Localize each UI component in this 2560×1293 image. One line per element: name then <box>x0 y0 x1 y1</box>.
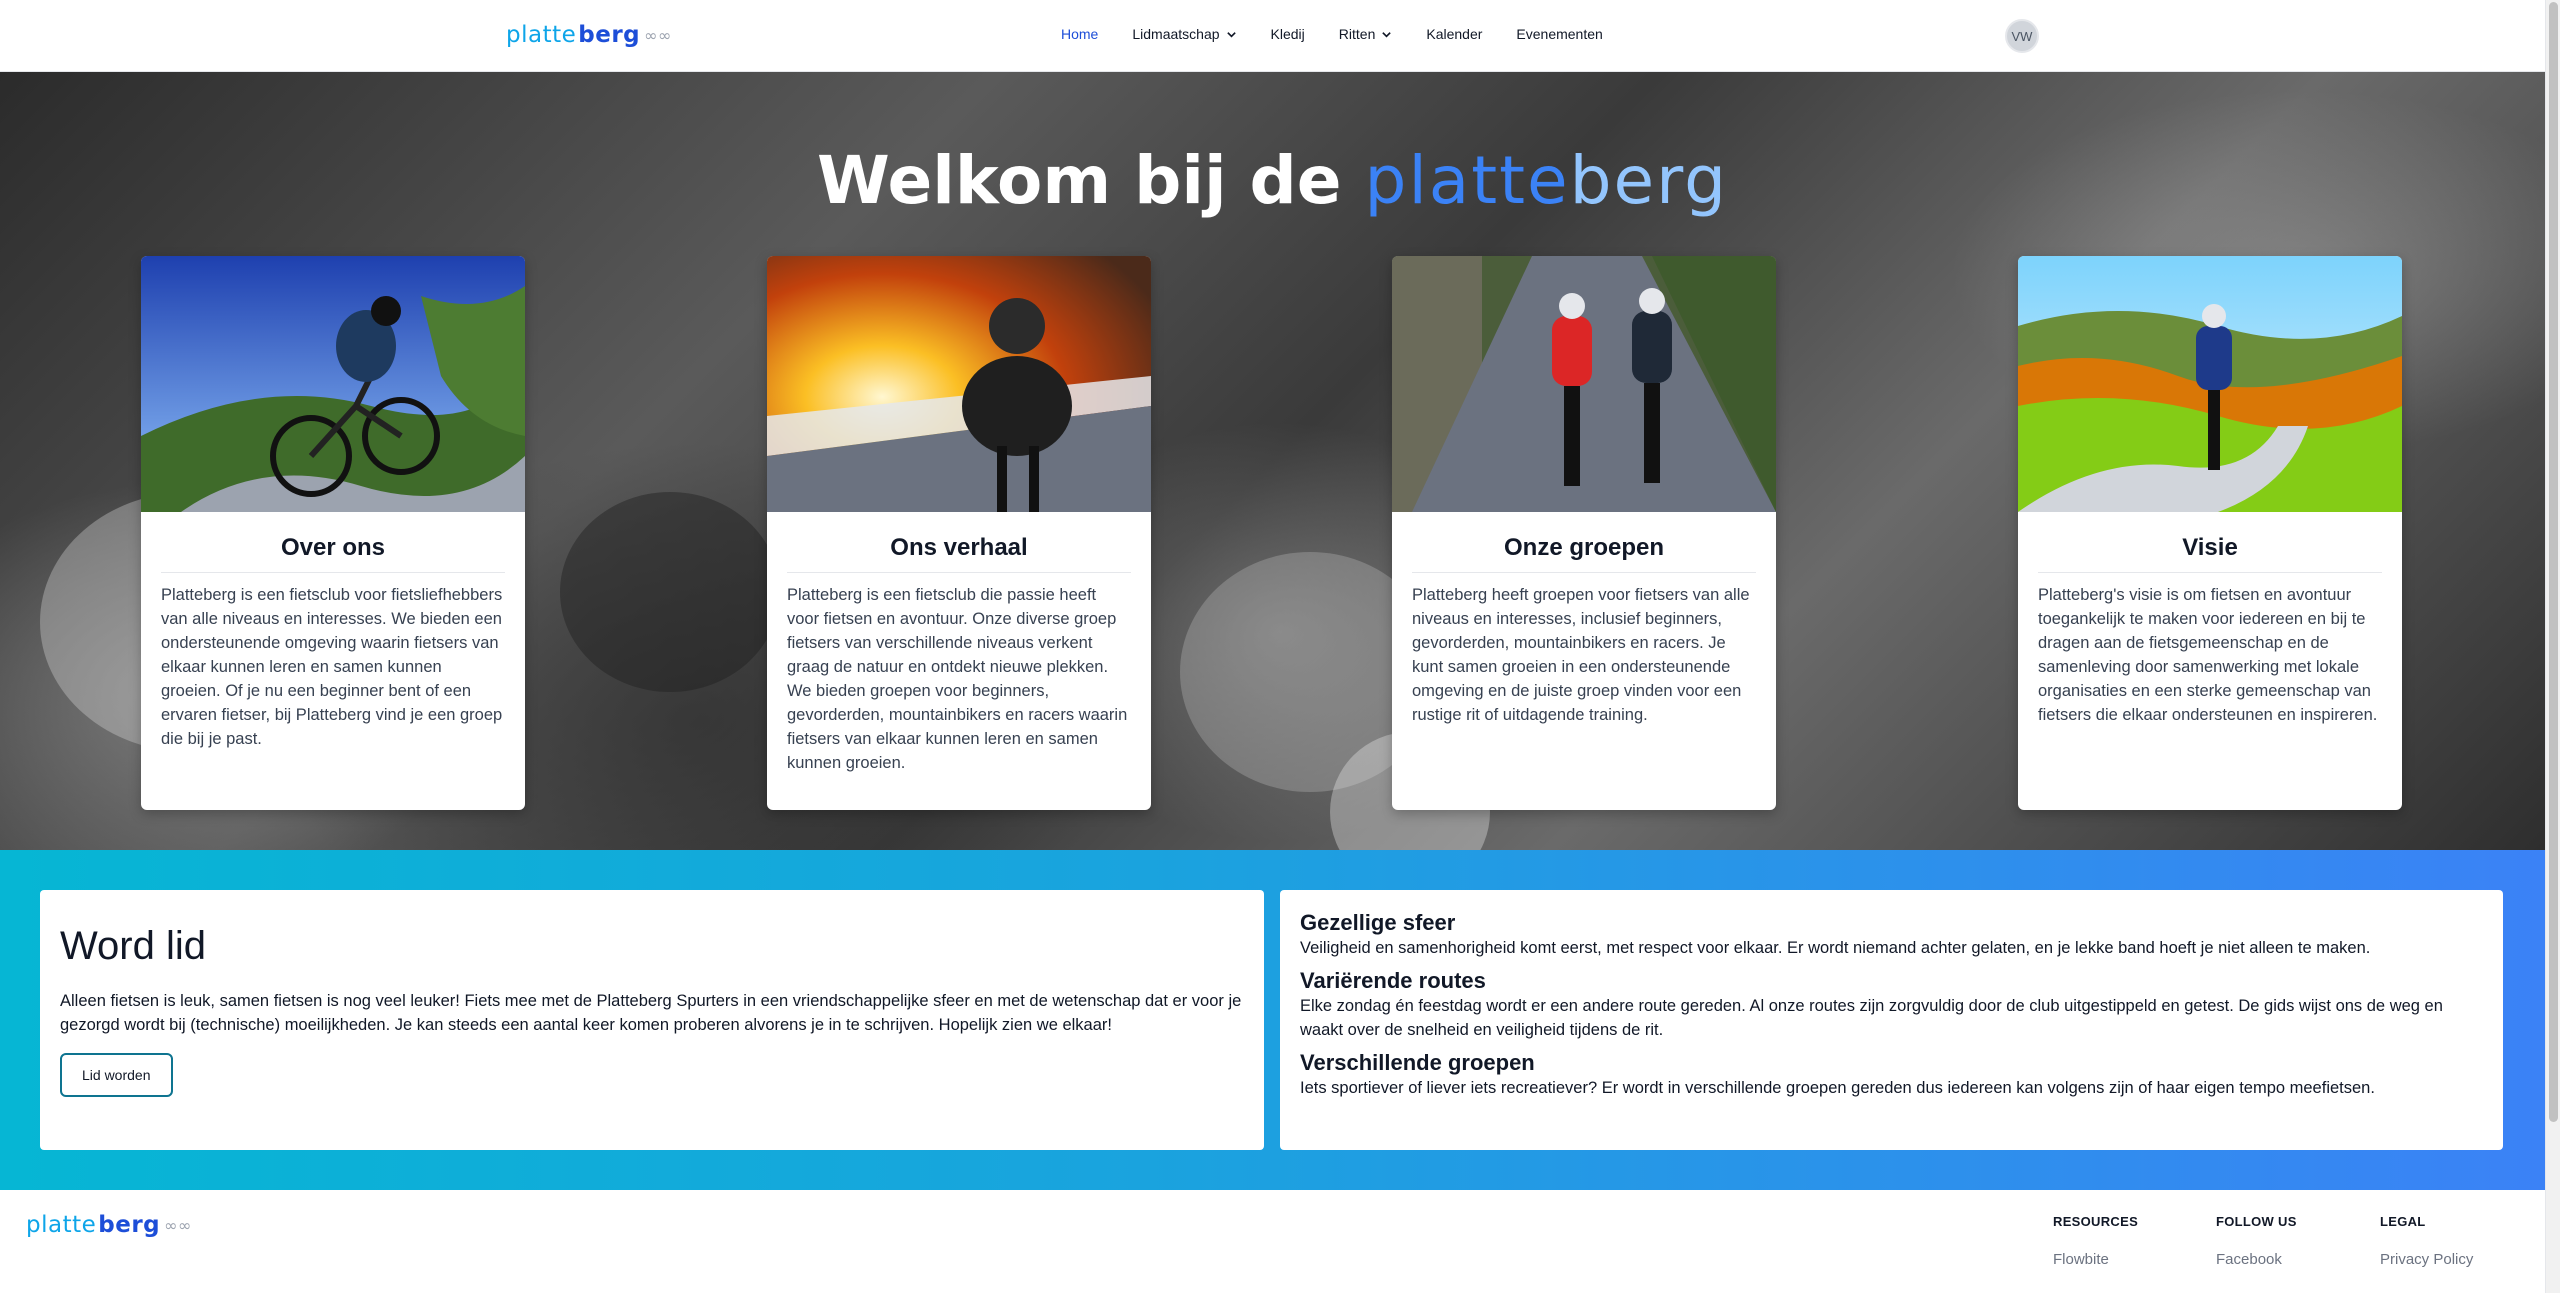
card-text: Platteberg's visie is om fietsen en avon… <box>2038 586 2378 724</box>
footer-heading: LEGAL <box>2380 1214 2426 1229</box>
card-over-ons: Over ons Platteberg is een fietsclub voo… <box>141 256 525 810</box>
card-visie: Visie Platteberg's visie is om fietsen e… <box>2018 256 2402 810</box>
card-title: Over ons <box>161 534 505 573</box>
card-title: Visie <box>2038 534 2382 573</box>
site-logo[interactable]: platte berg ∞∞ <box>506 22 672 48</box>
mountainbike-photo <box>141 256 525 512</box>
footer-heading: FOLLOW US <box>2216 1214 2297 1229</box>
join-section: Word lid Alleen fietsen is leuk, samen f… <box>0 850 2545 1190</box>
feature-title: Gezellige sfeer <box>1300 910 1456 935</box>
features-panel: Gezellige sfeer Veiligheid en samenhorig… <box>1280 890 2503 1150</box>
hero-section: Welkom bij de platteberg Over ons Platte… <box>0 72 2545 850</box>
feature-text: Veiligheid en samenhorigheid komt eerst,… <box>1300 939 2371 957</box>
nav-lidmaatschap[interactable]: Lidmaatschap <box>1132 26 1236 42</box>
footer-col-follow: FOLLOW US Facebook <box>2216 1214 2297 1268</box>
feature-text: Iets sportiever of liever iets recreatie… <box>1300 1079 2375 1097</box>
card-image-autumn-cyclist <box>2018 256 2402 512</box>
chevron-down-icon <box>1382 31 1392 38</box>
nav-kledij-label: Kledij <box>1270 26 1305 42</box>
footer-logo[interactable]: platte berg ∞∞ <box>26 1212 192 1238</box>
hero-title: Welkom bij de platteberg <box>0 142 2545 219</box>
footer-heading: RESOURCES <box>2053 1214 2139 1229</box>
hero-title-brand: platteberg <box>1365 142 1728 219</box>
footer: platte berg ∞∞ RESOURCES Flowbite FOLLOW U… <box>0 1190 2545 1293</box>
logo-text-part1: platte <box>506 22 577 48</box>
hero-bg-shape <box>560 492 780 692</box>
nav-evenementen-label: Evenementen <box>1516 26 1603 42</box>
logo-text-part1: platte <box>26 1212 97 1238</box>
sunset-cyclist-photo <box>767 256 1151 512</box>
footer-col-legal: LEGAL Privacy Policy <box>2380 1214 2473 1268</box>
autumn-cyclist-photo <box>2018 256 2402 512</box>
card-text: Platteberg is een fietsclub voor fietsli… <box>161 586 503 748</box>
footer-link-facebook[interactable]: Facebook <box>2216 1251 2297 1268</box>
card-title: Onze groepen <box>1412 534 1756 573</box>
hero-brand-part2: berg <box>1569 142 1728 219</box>
footer-link-flowbite[interactable]: Flowbite <box>2053 1251 2138 1268</box>
footer-link-privacy[interactable]: Privacy Policy <box>2380 1251 2473 1268</box>
road-cyclists-photo <box>1392 256 1776 512</box>
logo-text-part2: berg <box>578 22 641 48</box>
feature-title: Variërende routes <box>1300 968 1486 993</box>
nav-home[interactable]: Home <box>1061 26 1098 42</box>
logo-bike-icon: ∞∞ <box>644 25 672 45</box>
join-button[interactable]: Lid worden <box>60 1053 173 1097</box>
card-image-road-cyclists <box>1392 256 1776 512</box>
nav-ritten-label: Ritten <box>1338 26 1376 42</box>
card-title: Ons verhaal <box>787 534 1131 573</box>
card-text: Platteberg is een fietsclub die passie h… <box>787 586 1128 772</box>
navbar: platte berg ∞∞ Home Lidmaatschap Kledij Ri… <box>0 0 2545 72</box>
feature-text: Elke zondag én feestdag wordt er een and… <box>1300 997 2443 1039</box>
join-text: Alleen fietsen is leuk, samen fietsen is… <box>60 992 1242 1034</box>
nav-kalender[interactable]: Kalender <box>1426 26 1482 42</box>
feature-title: Verschillende groepen <box>1300 1050 1535 1075</box>
hero-title-text: Welkom bij de <box>817 142 1342 219</box>
chevron-down-icon <box>1226 31 1236 38</box>
card-image-mountainbiker <box>141 256 525 512</box>
card-text: Platteberg heeft groepen voor fietsers v… <box>1412 586 1750 724</box>
nav-kledij[interactable]: Kledij <box>1271 26 1305 42</box>
card-image-sunset-cyclist <box>767 256 1151 512</box>
nav-kalender-label: Kalender <box>1426 26 1483 42</box>
nav-ritten[interactable]: Ritten <box>1339 26 1393 42</box>
nav-lidmaatschap-label: Lidmaatschap <box>1132 26 1220 42</box>
join-title: Word lid <box>60 924 206 968</box>
page-scrollbar[interactable] <box>2545 0 2560 1293</box>
nav-home-label: Home <box>1061 26 1099 42</box>
card-onze-groepen: Onze groepen Platteberg heeft groepen vo… <box>1392 256 1776 810</box>
join-panel: Word lid Alleen fietsen is leuk, samen f… <box>40 890 1264 1150</box>
hero-brand-part1: platte <box>1364 142 1570 219</box>
user-avatar[interactable]: VW <box>2005 19 2039 53</box>
scrollbar-thumb[interactable] <box>2549 2 2558 1122</box>
card-ons-verhaal: Ons verhaal Platteberg is een fietsclub … <box>767 256 1151 810</box>
nav-evenementen[interactable]: Evenementen <box>1516 26 1602 42</box>
logo-bike-icon: ∞∞ <box>164 1215 192 1235</box>
logo-text-part2: berg <box>98 1212 161 1238</box>
main-nav: Home Lidmaatschap Kledij Ritten Kalender… <box>1061 26 1637 42</box>
footer-col-resources: RESOURCES Flowbite <box>2053 1214 2138 1268</box>
